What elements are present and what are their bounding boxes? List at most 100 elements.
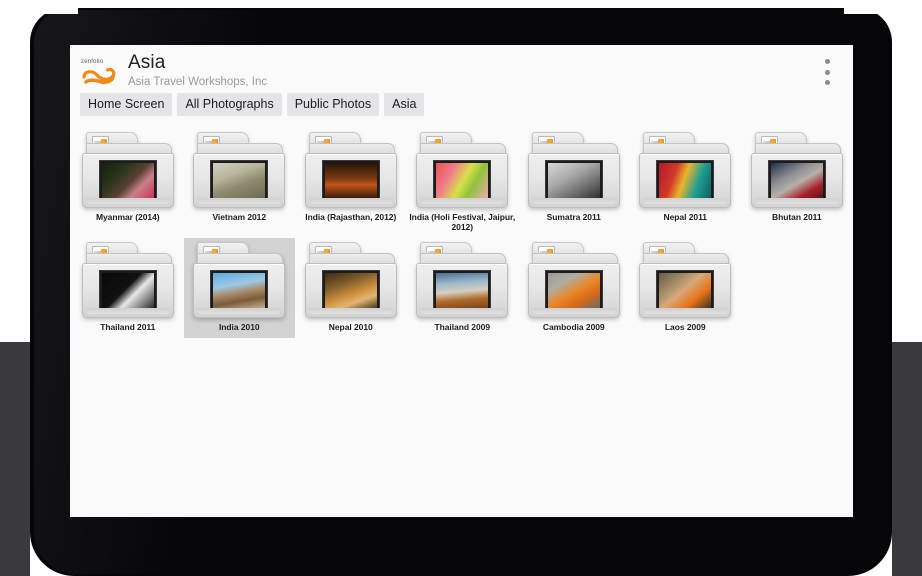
thumbnail-frame bbox=[210, 160, 268, 201]
folder-thumbnail bbox=[102, 273, 154, 308]
folder-icon bbox=[82, 132, 174, 208]
folder-item[interactable]: Thailand 2011 bbox=[72, 238, 184, 338]
folder-front bbox=[82, 153, 174, 208]
folder-label: Nepal 2010 bbox=[329, 323, 373, 332]
folder-item[interactable]: India (Rajasthan, 2012) bbox=[295, 128, 407, 238]
thumbnail-frame bbox=[545, 270, 603, 311]
folder-front bbox=[639, 153, 731, 208]
app-header: zenfolio Asia Asia Travel Workshops, Inc bbox=[70, 45, 853, 93]
folder-item[interactable]: Laos 2009 bbox=[630, 238, 742, 338]
folder-front bbox=[639, 263, 731, 318]
folder-label: Nepal 2011 bbox=[664, 213, 707, 222]
folder-label: Cambodia 2009 bbox=[543, 323, 605, 332]
thumbnail-frame bbox=[99, 270, 157, 311]
thumbnail-frame bbox=[656, 160, 714, 201]
folder-thumbnail bbox=[548, 163, 600, 198]
breadcrumb-item[interactable]: Home Screen bbox=[80, 93, 172, 116]
thumbnail-frame bbox=[433, 270, 491, 311]
frame-corner-cut-left bbox=[30, 0, 78, 14]
folder-front bbox=[193, 153, 285, 208]
folder-label: Vietnam 2012 bbox=[212, 213, 266, 222]
folder-front bbox=[528, 263, 620, 318]
folder-front bbox=[305, 263, 397, 318]
thumbnail-frame bbox=[656, 270, 714, 311]
folder-label: Bhutan 2011 bbox=[772, 213, 822, 222]
thumbnail-frame bbox=[433, 160, 491, 201]
page-subtitle: Asia Travel Workshops, Inc bbox=[128, 77, 267, 89]
thumbnail-frame bbox=[768, 160, 826, 201]
folder-thumbnail bbox=[325, 273, 377, 308]
folder-thumbnail bbox=[659, 163, 711, 198]
thumbnail-frame bbox=[322, 160, 380, 201]
zenfolio-logo: zenfolio bbox=[80, 57, 124, 91]
overflow-menu-icon[interactable] bbox=[817, 55, 837, 89]
folder-thumbnail bbox=[213, 163, 265, 198]
overflow-dot bbox=[825, 70, 830, 75]
thumbnail-frame bbox=[210, 270, 268, 311]
folder-item[interactable]: Nepal 2011 bbox=[630, 128, 742, 238]
thumbnail-frame bbox=[545, 160, 603, 201]
folder-icon bbox=[751, 132, 843, 208]
folder-label: India 2010 bbox=[219, 323, 260, 332]
device-side-panel-left bbox=[0, 342, 30, 576]
folder-front bbox=[193, 263, 285, 318]
thumbnail-frame bbox=[322, 270, 380, 311]
folder-front bbox=[416, 153, 508, 208]
overflow-dot bbox=[825, 80, 830, 85]
device-side-panel-right bbox=[892, 342, 922, 576]
folder-item[interactable]: India (Holi Festival, Jaipur, 2012) bbox=[407, 128, 519, 238]
folder-thumbnail bbox=[436, 273, 488, 308]
folder-icon bbox=[639, 132, 731, 208]
folder-item[interactable]: Bhutan 2011 bbox=[741, 128, 853, 238]
folder-label: Thailand 2011 bbox=[100, 323, 155, 332]
folder-front bbox=[416, 263, 508, 318]
folder-front bbox=[82, 263, 174, 318]
overflow-dot bbox=[825, 59, 830, 64]
folder-label: Sumatra 2011 bbox=[547, 213, 601, 222]
breadcrumb-item[interactable]: All Photographs bbox=[177, 93, 281, 116]
folder-item[interactable]: Nepal 2010 bbox=[295, 238, 407, 338]
folder-item[interactable]: Cambodia 2009 bbox=[518, 238, 630, 338]
folder-item[interactable]: Myanmar (2014) bbox=[72, 128, 184, 238]
folder-icon bbox=[528, 132, 620, 208]
folder-icon bbox=[82, 242, 174, 318]
folder-item[interactable]: Vietnam 2012 bbox=[184, 128, 296, 238]
page-title: Asia bbox=[128, 53, 267, 72]
folder-thumbnail bbox=[436, 163, 488, 198]
folder-item[interactable]: Sumatra 2011 bbox=[518, 128, 630, 238]
folder-thumbnail bbox=[325, 163, 377, 198]
folder-label: India (Holi Festival, Jaipur, 2012) bbox=[407, 213, 517, 232]
folder-icon bbox=[416, 132, 508, 208]
zenfolio-swoosh-icon bbox=[80, 63, 124, 89]
folder-icon bbox=[639, 242, 731, 318]
folder-icon bbox=[305, 242, 397, 318]
folder-front bbox=[528, 153, 620, 208]
folder-item[interactable]: Thailand 2009 bbox=[407, 238, 519, 338]
folder-label: Laos 2009 bbox=[665, 323, 706, 332]
folder-label: Myanmar (2014) bbox=[96, 213, 160, 222]
folder-icon bbox=[193, 242, 285, 318]
title-block: Asia Asia Travel Workshops, Inc bbox=[128, 51, 267, 89]
screenshot-scene: zenfolio Asia Asia Travel Workshops, Inc… bbox=[0, 0, 922, 576]
folder-grid: Myanmar (2014) Vietnam 2012 India (Rajasth… bbox=[70, 116, 853, 338]
folder-thumbnail bbox=[659, 273, 711, 308]
folder-front bbox=[751, 153, 843, 208]
folder-thumbnail bbox=[213, 273, 265, 308]
breadcrumb: Home ScreenAll Photographs Public PhotosA… bbox=[70, 93, 853, 116]
folder-thumbnail bbox=[548, 273, 600, 308]
folder-thumbnail bbox=[771, 163, 823, 198]
folder-front bbox=[305, 153, 397, 208]
breadcrumb-item[interactable]: Public Photos bbox=[287, 93, 379, 116]
folder-thumbnail bbox=[102, 163, 154, 198]
breadcrumb-item[interactable]: Asia bbox=[384, 93, 424, 116]
folder-icon bbox=[193, 132, 285, 208]
folder-label: India (Rajasthan, 2012) bbox=[305, 213, 396, 222]
frame-corner-cut-right bbox=[844, 0, 892, 14]
thumbnail-frame bbox=[99, 160, 157, 201]
folder-label: Thailand 2009 bbox=[434, 323, 490, 332]
folder-icon bbox=[528, 242, 620, 318]
folder-icon bbox=[305, 132, 397, 208]
folder-icon bbox=[416, 242, 508, 318]
tablet-screen: zenfolio Asia Asia Travel Workshops, Inc… bbox=[70, 45, 853, 517]
folder-item[interactable]: India 2010 bbox=[184, 238, 296, 338]
